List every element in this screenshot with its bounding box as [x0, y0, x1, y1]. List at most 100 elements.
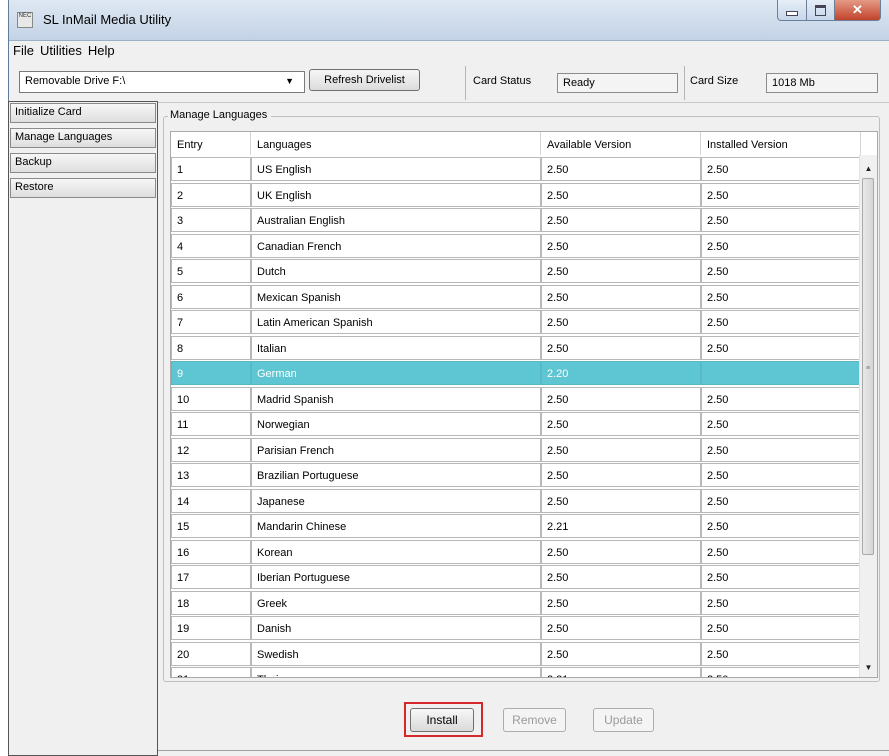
- nav-restore[interactable]: Restore: [10, 178, 156, 198]
- table-row[interactable]: 17 Iberian Portuguese 2.50 2.50: [171, 565, 861, 591]
- cell-entry[interactable]: 1: [171, 157, 251, 181]
- cell-entry[interactable]: 19: [171, 616, 251, 640]
- table-row[interactable]: 18 Greek 2.50 2.50: [171, 590, 861, 617]
- table-row[interactable]: 14 Japanese 2.50 2.50: [171, 488, 861, 515]
- table-row[interactable]: 2 UK English 2.50 2.50: [171, 182, 861, 209]
- cell-language[interactable]: Danish: [251, 616, 541, 640]
- cell-entry[interactable]: 16: [171, 539, 251, 564]
- cell-entry[interactable]: 8: [171, 335, 251, 360]
- cell-entry[interactable]: 9: [171, 361, 251, 385]
- cell-available-version[interactable]: 2.50: [541, 386, 701, 411]
- cell-entry[interactable]: 12: [171, 437, 251, 462]
- cell-language[interactable]: Japanese: [251, 488, 541, 513]
- cell-available-version[interactable]: 2.50: [541, 284, 701, 309]
- cell-language[interactable]: Korean: [251, 539, 541, 564]
- cell-installed-version[interactable]: 2.50: [701, 463, 861, 487]
- table-row[interactable]: 20 Swedish 2.50 2.50: [171, 641, 861, 668]
- table-row[interactable]: 4 Canadian French 2.50 2.50: [171, 233, 861, 260]
- cell-installed-version[interactable]: 2.50: [701, 310, 861, 334]
- cell-available-version[interactable]: 2.21: [541, 514, 701, 538]
- cell-installed-version[interactable]: 2.50: [701, 233, 861, 258]
- cell-entry[interactable]: 6: [171, 284, 251, 309]
- cell-language[interactable]: Australian English: [251, 208, 541, 232]
- table-row[interactable]: 5 Dutch 2.50 2.50: [171, 259, 861, 285]
- cell-installed-version[interactable]: 2.50: [701, 565, 861, 589]
- cell-installed-version[interactable]: 2.50: [701, 641, 861, 666]
- cell-entry[interactable]: 21: [171, 667, 251, 677]
- title-bar[interactable]: NEC SL InMail Media Utility ✕: [9, 0, 889, 41]
- scroll-down-arrow-icon[interactable]: ▼: [860, 659, 877, 676]
- cell-entry[interactable]: 14: [171, 488, 251, 513]
- cell-entry[interactable]: 5: [171, 259, 251, 283]
- cell-entry[interactable]: 2: [171, 182, 251, 207]
- cell-installed-version[interactable]: 2.50: [701, 386, 861, 411]
- chevron-down-icon[interactable]: ▼: [285, 76, 294, 86]
- cell-language[interactable]: Swedish: [251, 641, 541, 666]
- cell-entry[interactable]: 11: [171, 412, 251, 436]
- cell-language[interactable]: Parisian French: [251, 437, 541, 462]
- table-row[interactable]: 16 Korean 2.50 2.50: [171, 539, 861, 566]
- cell-language[interactable]: Madrid Spanish: [251, 386, 541, 411]
- cell-available-version[interactable]: 2.50: [541, 259, 701, 283]
- cell-installed-version[interactable]: 2.50: [701, 208, 861, 232]
- cell-entry[interactable]: 3: [171, 208, 251, 232]
- scroll-up-arrow-icon[interactable]: ▲: [860, 160, 877, 177]
- table-row[interactable]: 6 Mexican Spanish 2.50 2.50: [171, 284, 861, 311]
- cell-entry[interactable]: 15: [171, 514, 251, 538]
- cell-language[interactable]: Brazilian Portuguese: [251, 463, 541, 487]
- table-row[interactable]: 3 Australian English 2.50 2.50: [171, 208, 861, 234]
- table-row[interactable]: 1 US English 2.50 2.50: [171, 157, 861, 183]
- cell-installed-version[interactable]: 2.50: [701, 514, 861, 538]
- cell-available-version[interactable]: 2.50: [541, 233, 701, 258]
- scrollbar-thumb[interactable]: ≡: [862, 178, 874, 555]
- cell-language[interactable]: Thai: [251, 667, 541, 677]
- cell-language[interactable]: Greek: [251, 590, 541, 615]
- cell-available-version[interactable]: 2.50: [541, 310, 701, 334]
- minimize-button[interactable]: [777, 0, 807, 21]
- cell-available-version[interactable]: 2.50: [541, 590, 701, 615]
- nav-backup[interactable]: Backup: [10, 153, 156, 173]
- update-button[interactable]: Update: [593, 708, 654, 732]
- cell-language[interactable]: UK English: [251, 182, 541, 207]
- cell-language[interactable]: Dutch: [251, 259, 541, 283]
- cell-installed-version[interactable]: 2.50: [701, 284, 861, 309]
- drive-select[interactable]: Removable Drive F:\ ▼: [19, 71, 305, 93]
- cell-language[interactable]: Latin American Spanish: [251, 310, 541, 334]
- table-row[interactable]: 7 Latin American Spanish 2.50 2.50: [171, 310, 861, 336]
- cell-language[interactable]: Italian: [251, 335, 541, 360]
- menu-file[interactable]: File: [9, 41, 36, 58]
- menu-help[interactable]: Help: [84, 41, 117, 58]
- cell-installed-version[interactable]: 2.50: [701, 616, 861, 640]
- cell-installed-version[interactable]: 2.50: [701, 488, 861, 513]
- cell-language[interactable]: Mandarin Chinese: [251, 514, 541, 538]
- cell-language[interactable]: German: [251, 361, 541, 385]
- table-row[interactable]: 8 Italian 2.50 2.50: [171, 335, 861, 362]
- cell-installed-version[interactable]: 2.50: [701, 437, 861, 462]
- cell-installed-version[interactable]: 2.50: [701, 412, 861, 436]
- cell-available-version[interactable]: 2.50: [541, 182, 701, 207]
- cell-entry[interactable]: 17: [171, 565, 251, 589]
- cell-available-version[interactable]: 2.50: [541, 157, 701, 181]
- cell-available-version[interactable]: 2.21: [541, 667, 701, 677]
- cell-available-version[interactable]: 2.50: [541, 565, 701, 589]
- cell-language[interactable]: US English: [251, 157, 541, 181]
- column-header-entry[interactable]: Entry: [171, 132, 251, 155]
- cell-installed-version[interactable]: 2.50: [701, 335, 861, 360]
- column-header-languages[interactable]: Languages: [251, 132, 541, 155]
- cell-entry[interactable]: 13: [171, 463, 251, 487]
- cell-entry[interactable]: 4: [171, 233, 251, 258]
- close-button[interactable]: ✕: [835, 0, 881, 21]
- cell-installed-version[interactable]: 2.50: [701, 539, 861, 564]
- cell-entry[interactable]: 10: [171, 386, 251, 411]
- cell-installed-version[interactable]: 2.50: [701, 259, 861, 283]
- cell-language[interactable]: Iberian Portuguese: [251, 565, 541, 589]
- column-header-installed-version[interactable]: Installed Version: [701, 132, 861, 155]
- table-row[interactable]: 12 Parisian French 2.50 2.50: [171, 437, 861, 464]
- table-row[interactable]: 15 Mandarin Chinese 2.21 2.50: [171, 514, 861, 540]
- cell-available-version[interactable]: 2.50: [541, 412, 701, 436]
- cell-available-version[interactable]: 2.50: [541, 335, 701, 360]
- cell-available-version[interactable]: 2.50: [541, 641, 701, 666]
- nav-manage-languages[interactable]: Manage Languages: [10, 128, 156, 148]
- table-row[interactable]: 10 Madrid Spanish 2.50 2.50: [171, 386, 861, 413]
- cell-language[interactable]: Mexican Spanish: [251, 284, 541, 309]
